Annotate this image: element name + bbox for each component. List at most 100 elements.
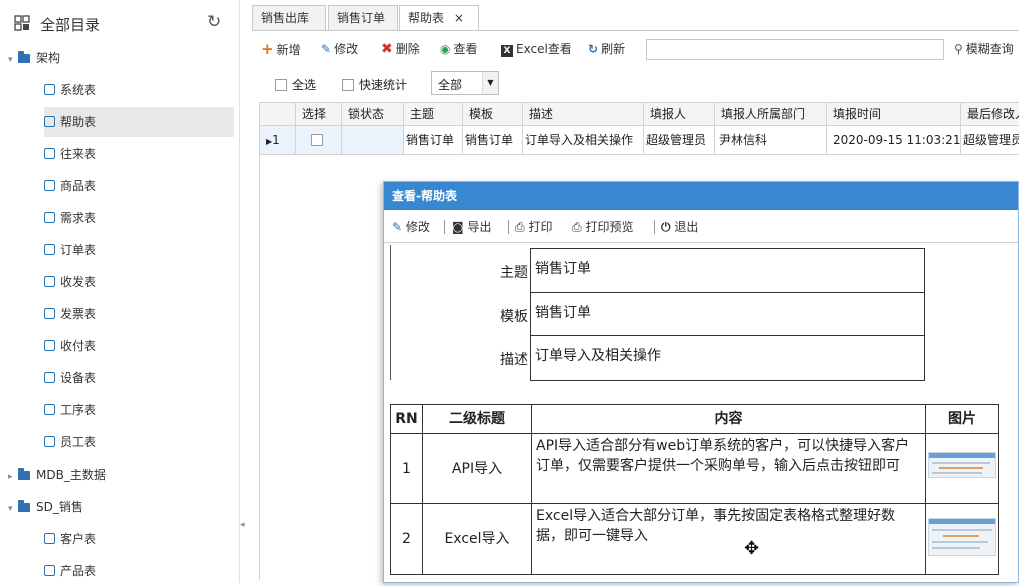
excel-view-label: Excel查看 (516, 42, 572, 56)
tree-folder-label: MDB_主数据 (36, 468, 106, 482)
sidebar-item-order-table[interactable]: 订单表 (44, 235, 234, 265)
dialog-title[interactable]: 查看-帮助表 (384, 182, 1018, 210)
grid-header-last-modifier[interactable]: 最后修改人 (961, 102, 1019, 126)
row-department-cell[interactable]: 尹林信科 (715, 126, 827, 155)
sidebar-title: 全部目录 (40, 16, 101, 34)
sidebar-item-process-table[interactable]: 工序表 (44, 395, 234, 425)
sidebar-item-customer-table[interactable]: 客户表 (44, 524, 234, 554)
row-subject-cell[interactable]: 销售订单 (404, 126, 463, 155)
row-content: API导入适合部分有web订单系统的客户，可以快捷导入客户订单，仅需要客户提供一… (531, 433, 926, 504)
dialog-export-label: 导出 (467, 220, 492, 234)
subject-label: 主题 (500, 265, 528, 281)
quick-stats-checkbox[interactable]: 快速统计 (342, 76, 407, 93)
sidebar-item-contacts-table[interactable]: 往来表 (44, 139, 234, 169)
grid-header-report-time[interactable]: 填报时间 (827, 102, 961, 126)
screenshot-thumbnail-image[interactable] (928, 452, 996, 478)
dialog-edit-button[interactable]: ✎ 修改 (392, 218, 430, 235)
table-icon (44, 404, 55, 415)
grid-header-template[interactable]: 模板 (463, 102, 523, 126)
expand-caret-icon[interactable]: ▸ (8, 462, 18, 492)
delete-button[interactable]: ✖ 删除 (381, 38, 420, 60)
eye-icon: ◉ (440, 42, 451, 56)
status-select[interactable]: 全部 ▼ (431, 71, 499, 95)
chevron-down-icon[interactable]: ▼ (482, 72, 498, 94)
tab-label: 销售出库 (261, 11, 310, 25)
export-icon: ◙ (452, 220, 464, 234)
row-checkbox[interactable] (311, 134, 323, 146)
folder-icon (18, 51, 30, 63)
dialog-toolbar: ✎ 修改 ◙ 导出 ⎙ 打印 ⎙ 打印预览 ⏻ 退出 (384, 210, 1018, 243)
grid-header-department[interactable]: 填报人所属部门 (715, 102, 827, 126)
sidebar-item-payment-table[interactable]: 收付表 (44, 331, 234, 361)
checkbox-box[interactable] (275, 79, 287, 91)
tab-sales-order[interactable]: 销售订单 (328, 5, 398, 30)
row-report-time-cell[interactable]: 2020-09-15 11:03:21 (827, 126, 961, 155)
grid-header-subject[interactable]: 主题 (404, 102, 463, 126)
fuzzy-query-button[interactable]: ⚲ 模糊查询 (954, 38, 1014, 60)
search-input[interactable] (646, 39, 944, 60)
row-reporter-cell[interactable]: 超级管理员 (644, 126, 715, 155)
grid-header-select[interactable]: 选择 (296, 102, 342, 126)
edit-button[interactable]: ✎ 修改 (321, 38, 358, 60)
sidebar-item-help-table[interactable]: 帮助表 (44, 107, 234, 137)
row-indicator[interactable]: ▶1 (260, 126, 296, 155)
dialog-print-preview-button[interactable]: ⎙ 打印预览 (572, 218, 633, 235)
grid-header-description[interactable]: 描述 (523, 102, 644, 126)
excel-view-button[interactable]: X Excel查看 (501, 38, 572, 60)
template-field: 销售订单 (530, 292, 925, 336)
row-template-cell[interactable]: 销售订单 (463, 126, 523, 155)
sidebar-item-invoice-table[interactable]: 发票表 (44, 299, 234, 329)
collapse-handle-icon[interactable]: ◂ (240, 520, 245, 530)
refresh-icon: ↻ (588, 42, 599, 56)
dialog-print-preview-label: 打印预览 (585, 220, 634, 234)
row-last-modifier-cell[interactable]: 超级管理员 (961, 126, 1019, 155)
expand-caret-icon[interactable]: ▾ (8, 45, 18, 75)
close-icon[interactable]: × (454, 11, 464, 25)
refresh-button[interactable]: ↻ 刷新 (588, 38, 625, 60)
view-button[interactable]: ◉ 查看 (440, 38, 478, 60)
select-all-checkbox[interactable]: 全选 (275, 76, 316, 93)
row-select-cell[interactable] (296, 126, 342, 155)
dialog-print-button[interactable]: ⎙ 打印 (515, 218, 552, 235)
power-icon: ⏻ (661, 220, 671, 234)
grid-header-lock[interactable]: 锁状态 (342, 102, 404, 126)
sidebar-item-employee-table[interactable]: 员工表 (44, 427, 234, 457)
sidebar-item-product-table[interactable]: 产品表 (44, 556, 234, 586)
sidebar-item-goods-table[interactable]: 商品表 (44, 171, 234, 201)
row-description-cell[interactable]: 订单导入及相关操作 (523, 126, 644, 155)
tree-folder-sd[interactable]: ▾ SD_销售 (8, 492, 234, 522)
excel-icon: X (501, 45, 513, 57)
dialog-export-button[interactable]: ◙ 导出 (452, 218, 492, 235)
folder-icon (18, 500, 30, 512)
sidebar-item-label: 订单表 (60, 243, 97, 257)
row-number: 1 (272, 133, 280, 147)
grid-header-reporter[interactable]: 填报人 (644, 102, 715, 126)
expand-caret-icon[interactable]: ▾ (8, 494, 18, 524)
row-rn: 1 (390, 433, 423, 504)
table-icon (44, 565, 55, 576)
dialog-exit-button[interactable]: ⏻ 退出 (661, 218, 698, 235)
sidebar-item-equipment-table[interactable]: 设备表 (44, 363, 234, 393)
tree-folder-mdb[interactable]: ▸ MDB_主数据 (8, 460, 234, 490)
toolbar-separator (654, 220, 655, 234)
checkbox-box[interactable] (342, 79, 354, 91)
table-icon (44, 116, 55, 127)
tab-help-table[interactable]: 帮助表 × (399, 5, 479, 30)
select-all-label: 全选 (292, 78, 317, 92)
toolbar-separator (444, 220, 445, 234)
tree-folder-arch[interactable]: ▾ 架构 (8, 43, 234, 73)
sidebar-item-label: 往来表 (60, 147, 97, 161)
sidebar-item-label: 商品表 (60, 179, 97, 193)
sidebar-item-shipping-table[interactable]: 收发表 (44, 267, 234, 297)
sidebar-item-demand-table[interactable]: 需求表 (44, 203, 234, 233)
delete-label: 删除 (395, 42, 420, 56)
add-button[interactable]: + 新增 (261, 38, 301, 60)
tab-sales-outbound[interactable]: 销售出库 (252, 5, 326, 30)
refresh-label: 刷新 (601, 42, 626, 56)
screenshot-thumbnail-image[interactable] (928, 518, 996, 556)
sidebar-item-system-table[interactable]: 系统表 (44, 75, 234, 105)
table-icon (44, 212, 55, 223)
sidebar-item-label: 发票表 (60, 307, 97, 321)
table-icon (44, 372, 55, 383)
refresh-icon[interactable]: ↻ (207, 12, 221, 32)
